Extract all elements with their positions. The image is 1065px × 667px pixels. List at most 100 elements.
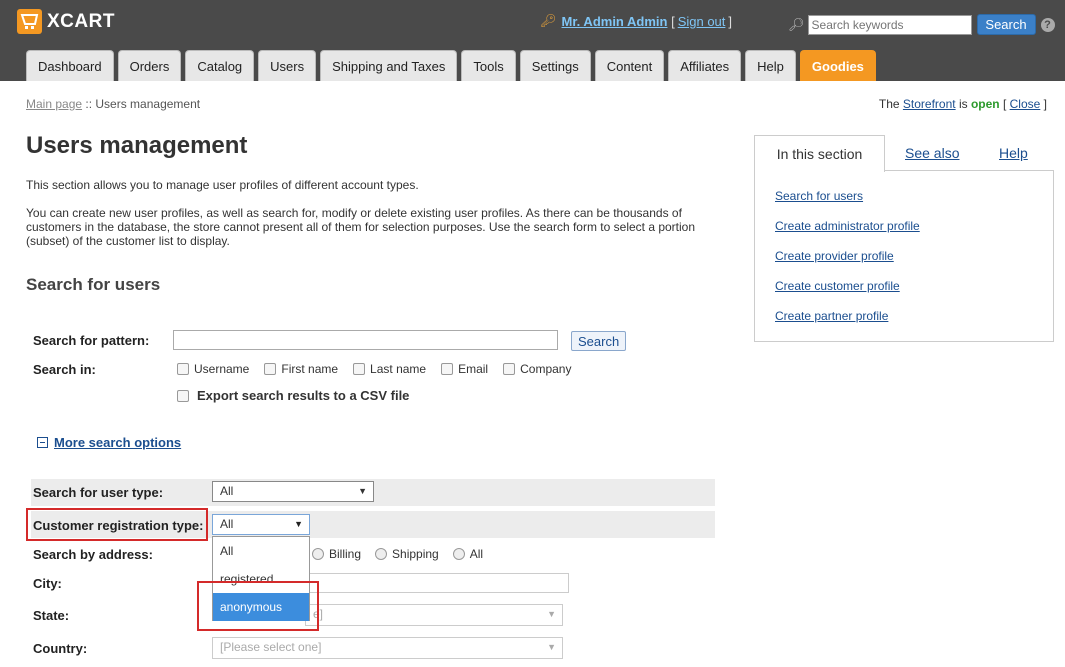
side-panel-tabs: In this section See also Help bbox=[754, 135, 1054, 172]
user-type-value: All bbox=[220, 484, 234, 498]
admin-profile-link[interactable]: Mr. Admin Admin bbox=[562, 14, 668, 29]
first-name-label: First name bbox=[281, 362, 339, 376]
first-name-checkbox[interactable] bbox=[264, 363, 277, 375]
section-title: Search for users bbox=[26, 275, 161, 294]
page-description-detail: You can create new user profiles, as wel… bbox=[26, 206, 696, 248]
pattern-input[interactable] bbox=[173, 330, 558, 350]
tab-tools[interactable]: Tools bbox=[461, 50, 516, 81]
tab-affiliates[interactable]: Affiliates bbox=[668, 50, 742, 81]
tab-users[interactable]: Users bbox=[258, 50, 317, 81]
more-search-options-link[interactable]: More search options bbox=[54, 435, 181, 450]
side-tab-in-this-section[interactable]: In this section bbox=[754, 135, 885, 172]
sign-out-link[interactable]: Sign out bbox=[678, 14, 726, 29]
side-tab-help[interactable]: Help bbox=[999, 135, 1028, 172]
link-create-customer[interactable]: Create customer profile bbox=[775, 279, 920, 294]
country-label: Country: bbox=[33, 641, 88, 656]
option-all[interactable]: All bbox=[213, 537, 309, 565]
side-panel: Search for users Create administrator pr… bbox=[754, 170, 1054, 342]
side-tab-see-also[interactable]: See also bbox=[905, 135, 959, 172]
chevron-down-icon: ▼ bbox=[547, 609, 556, 619]
state-label: State: bbox=[33, 608, 70, 623]
storefront-prefix: The bbox=[878, 97, 903, 111]
chevron-down-icon: ▼ bbox=[358, 486, 367, 496]
breadcrumb-separator: :: bbox=[82, 97, 96, 111]
city-label: City: bbox=[33, 576, 62, 591]
breadcrumb-main-page[interactable]: Main page bbox=[26, 97, 82, 111]
page-title: Users management bbox=[26, 132, 248, 159]
tab-orders[interactable]: Orders bbox=[117, 50, 182, 81]
address-label: Search by address: bbox=[33, 547, 153, 562]
logo-text: XCART bbox=[47, 10, 115, 32]
main-nav-tabs: Dashboard Orders Catalog Users Shipping … bbox=[26, 50, 880, 81]
email-checkbox[interactable] bbox=[441, 363, 454, 375]
city-input[interactable] bbox=[305, 573, 569, 593]
company-checkbox[interactable] bbox=[503, 363, 516, 375]
country-placeholder: [Please select one] bbox=[220, 640, 322, 654]
address-radio-group: Billing Shipping All bbox=[312, 547, 497, 561]
bracket-close: ] bbox=[728, 13, 733, 29]
link-create-administrator[interactable]: Create administrator profile bbox=[775, 219, 920, 234]
link-create-partner[interactable]: Create partner profile bbox=[775, 309, 920, 324]
storefront-is: is bbox=[955, 97, 971, 111]
search-in-options: Username First name Last name Email Comp… bbox=[177, 362, 586, 376]
search-in-label: Search in: bbox=[33, 362, 96, 377]
storefront-link[interactable]: Storefront bbox=[903, 97, 956, 111]
storefront-open-status: open bbox=[970, 97, 1000, 111]
shipping-radio[interactable] bbox=[375, 548, 388, 560]
search-icon: 🔎︎ bbox=[788, 16, 805, 32]
state-select[interactable]: e] ▼ bbox=[305, 604, 563, 626]
side-links: Search for users Create administrator pr… bbox=[775, 189, 920, 339]
keyword-search-input[interactable] bbox=[807, 14, 972, 35]
export-csv-label: Export search results to a CSV file bbox=[197, 388, 410, 403]
country-select[interactable]: [Please select one] ▼ bbox=[212, 637, 563, 659]
highlight-anonymous-option bbox=[197, 581, 319, 631]
cart-icon bbox=[17, 9, 42, 34]
email-label: Email bbox=[458, 362, 489, 376]
storefront-status: The Storefront is open [ Close ] bbox=[878, 97, 1047, 111]
username-checkbox[interactable] bbox=[177, 363, 189, 375]
tab-settings[interactable]: Settings bbox=[519, 50, 591, 81]
tab-help[interactable]: Help bbox=[745, 50, 796, 81]
username-label: Username bbox=[194, 362, 250, 376]
all-radio[interactable] bbox=[452, 548, 465, 560]
breadcrumb-current: Users management bbox=[95, 97, 201, 111]
shipping-label: Shipping bbox=[392, 547, 439, 561]
billing-label: Billing bbox=[329, 547, 362, 561]
tab-catalog[interactable]: Catalog bbox=[185, 50, 255, 81]
billing-radio[interactable] bbox=[312, 548, 324, 560]
keyword-search-button[interactable]: Search bbox=[976, 14, 1036, 35]
bracket-open: [ bbox=[667, 13, 675, 29]
last-name-checkbox[interactable] bbox=[353, 363, 366, 375]
collapse-icon bbox=[37, 437, 48, 448]
export-csv-checkbox[interactable] bbox=[177, 389, 189, 402]
link-create-provider[interactable]: Create provider profile bbox=[775, 249, 920, 264]
last-name-label: Last name bbox=[370, 362, 427, 376]
reg-type-value: All bbox=[220, 517, 234, 531]
admin-box: 🔑︎ Mr. Admin Admin [ Sign out ] bbox=[540, 13, 732, 29]
reg-type-label: Customer registration type: bbox=[33, 518, 204, 533]
tab-goodies[interactable]: Goodies bbox=[799, 50, 876, 81]
top-header: XCART 🔑︎ Mr. Admin Admin [ Sign out ] 🔎︎… bbox=[0, 0, 1065, 81]
xcart-logo[interactable]: XCART bbox=[17, 9, 115, 34]
key-icon: 🔑︎ bbox=[540, 13, 557, 28]
user-type-select[interactable]: All ▼ bbox=[212, 481, 374, 502]
chevron-down-icon: ▼ bbox=[294, 519, 303, 529]
tab-shipping-and-taxes[interactable]: Shipping and Taxes bbox=[320, 50, 458, 81]
breadcrumb: Main page :: Users management bbox=[26, 97, 200, 111]
pattern-search-button[interactable]: Search bbox=[571, 331, 627, 351]
keyword-search: 🔎︎ Search ? bbox=[788, 14, 1055, 35]
user-type-label: Search for user type: bbox=[33, 485, 164, 500]
chevron-down-icon: ▼ bbox=[547, 642, 556, 652]
company-label: Company bbox=[520, 362, 572, 376]
more-search-options-toggle[interactable]: More search options bbox=[37, 435, 181, 450]
all-label: All bbox=[469, 547, 484, 561]
tab-content[interactable]: Content bbox=[594, 50, 665, 81]
reg-type-select[interactable]: All ▼ bbox=[212, 514, 310, 535]
export-row: Export search results to a CSV file bbox=[177, 388, 409, 403]
storefront-close-link[interactable]: Close bbox=[1010, 97, 1041, 111]
tab-dashboard[interactable]: Dashboard bbox=[26, 50, 114, 81]
page-description: This section allows you to manage user p… bbox=[26, 178, 419, 192]
help-icon[interactable]: ? bbox=[1040, 17, 1055, 32]
link-search-for-users[interactable]: Search for users bbox=[775, 189, 920, 204]
pattern-label: Search for pattern: bbox=[33, 333, 150, 348]
